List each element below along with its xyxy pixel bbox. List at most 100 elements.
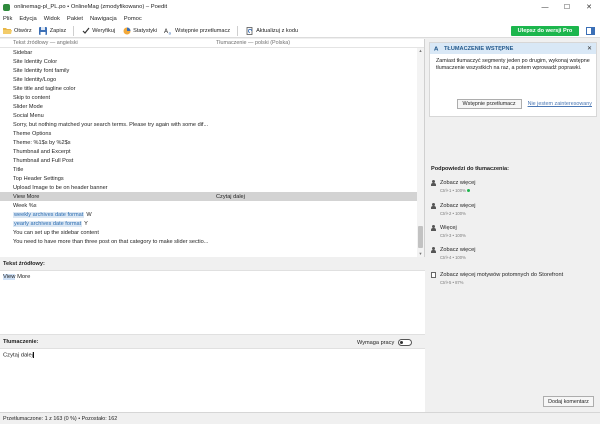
row-source: You can set up the sidebar content (13, 229, 99, 236)
table-row[interactable]: yearly archives date format Y (0, 219, 424, 228)
match-dot-icon (466, 189, 470, 193)
suggestion-shortcut: Ctrl+4 • 100% (440, 255, 466, 260)
message-list[interactable]: Tekst źródłowy — angielski Tłumaczenie —… (0, 39, 425, 257)
svg-text:A: A (434, 47, 439, 53)
table-row[interactable]: You need to have more than three post on… (0, 237, 424, 246)
column-translation[interactable]: Tłumaczenie — polski (Polska) (216, 40, 290, 46)
row-source: Sorry, but nothing matched your search t… (13, 121, 209, 128)
table-row[interactable]: Upload Image to be on header banner (0, 183, 424, 192)
open-button[interactable]: Otwórz (3, 25, 32, 37)
row-source: Title (13, 166, 24, 173)
minimize-button[interactable]: — (534, 0, 556, 14)
suggestion-line: Zobacz więcej (431, 247, 596, 253)
table-row[interactable]: Thumbnail and Excerpt (0, 147, 424, 156)
row-source: Sidebar (13, 49, 33, 56)
validate-button[interactable]: Weryfikuj (81, 25, 115, 37)
row-source: Skip to content (13, 94, 51, 101)
add-comment-button[interactable]: Dodaj komentarz (543, 396, 594, 407)
menu-edit[interactable]: Edycja (19, 16, 36, 22)
sidebar-toggle-icon[interactable] (585, 26, 595, 36)
toolbar: Otwórz Zapisz Weryfikuj Statystyki Aa Ws… (0, 24, 600, 38)
close-icon[interactable]: ✕ (587, 45, 592, 52)
row-source: Upload Image to be on header banner (13, 184, 108, 191)
table-row[interactable]: Week %s (0, 201, 424, 210)
table-row[interactable]: Site Identity/Logo (0, 75, 424, 84)
card-title: TŁUMACZENIE WSTĘPNE (444, 45, 514, 52)
scroll-up-icon[interactable]: ▲ (417, 48, 424, 54)
table-row[interactable]: Theme Options (0, 129, 424, 138)
menu-navigation[interactable]: Nawigacja (90, 16, 117, 22)
card-body: Zamiast tłumaczyć segmenty jeden po drug… (436, 58, 590, 71)
table-row[interactable]: Skip to content (0, 93, 424, 102)
not-interested-link[interactable]: Nie jestem zainteresowany (528, 99, 592, 109)
status-text: Przetłumaczone: 1 z 163 (0 %) • Pozostał… (3, 415, 118, 422)
maximize-button[interactable]: ☐ (556, 0, 578, 14)
scroll-down-icon[interactable]: ▼ (417, 251, 424, 257)
suggestion-meta: Ctrl+5 • 87% (440, 280, 596, 285)
person-icon (431, 203, 436, 209)
toggle-switch[interactable] (398, 339, 413, 346)
table-row[interactable]: Sidebar (0, 48, 424, 57)
suggestion-text: Zobacz więcej motywów potomnych do Store… (440, 272, 564, 278)
card-actions: Wstępnie przetłumacz Nie jestem zaintere… (430, 99, 598, 109)
row-source: Social Menu (13, 112, 44, 119)
table-row[interactable]: Top Header Settings (0, 174, 424, 183)
statistics-button[interactable]: Statystyki (122, 25, 157, 37)
row-source: yearly archives date format Y (0, 220, 216, 227)
translation-input[interactable]: Czytaj dalej (0, 348, 425, 412)
suggestion-meta: Ctrl+4 • 100% (440, 255, 596, 260)
source-highlight: View (3, 274, 16, 280)
pretranslate-card-button[interactable]: Wstępnie przetłumacz (456, 99, 522, 109)
list-rows: Sidebar Site Identity Color Site Identity … (0, 48, 424, 246)
menu-view[interactable]: Widok (44, 16, 60, 22)
suggestion-item[interactable]: Zobacz więcej Ctrl+4 • 100% (431, 247, 596, 260)
table-row[interactable]: Site Identity font family (0, 66, 424, 75)
menu-catalog[interactable]: Pakiet (67, 16, 83, 22)
source-label: Tekst źródłowy: (3, 261, 45, 267)
toggle-knob (400, 341, 404, 344)
close-button[interactable]: ✕ (578, 0, 600, 14)
table-row[interactable]: Site Identity Color (0, 57, 424, 66)
table-row[interactable]: Title (0, 165, 424, 174)
source-text-box: View More (0, 270, 425, 335)
table-row[interactable]: weekly archives date format W (0, 210, 424, 219)
source-rest: More (15, 274, 31, 280)
list-scrollbar[interactable]: ▲ ▼ (417, 48, 424, 257)
table-row[interactable]: You can set up the sidebar content (0, 228, 424, 237)
upgrade-pro-button[interactable]: Ulepsz do wersji Pro (511, 26, 579, 36)
table-row[interactable]: Social Menu (0, 111, 424, 120)
suggestion-item[interactable]: Zobacz więcej motywów potomnych do Store… (431, 272, 596, 285)
menu-file[interactable]: Plik (3, 16, 12, 22)
row-source: Slider Mode (13, 103, 43, 110)
update-from-code-button[interactable]: Aktualizuj z kodu (245, 25, 298, 37)
suggestion-meta: Ctrl+3 • 100% (440, 233, 596, 238)
table-row[interactable]: Sorry, but nothing matched your search t… (0, 120, 424, 129)
scroll-thumb[interactable] (418, 226, 423, 248)
suggestion-text: Zobacz więcej (440, 203, 476, 209)
table-row[interactable]: Theme: %1$s by %2$s (0, 138, 424, 147)
suggestion-item[interactable]: Zobacz więcej Ctrl+2 • 100% (431, 203, 596, 216)
pretranslate-button[interactable]: Aa Wstępnie przetłumacz (164, 25, 230, 37)
row-source: Site Identity font family (13, 67, 70, 74)
pretranslate-card: A TŁUMACZENIE WSTĘPNE ✕ Zamiast tłumaczy… (429, 42, 597, 117)
save-icon (39, 26, 48, 35)
list-header: Tekst źródłowy — angielski Tłumaczenie —… (0, 39, 424, 48)
menu-help[interactable]: Pomoc (124, 16, 142, 22)
text-caret (32, 352, 34, 358)
table-row[interactable]: Thumbnail and Full Post (0, 156, 424, 165)
suggestion-item[interactable]: Zobacz więcej Ctrl+1 • 100% (431, 180, 596, 193)
window-title: onlinemag-pl_PL.po • OnlineMag (zmodyfik… (14, 4, 168, 10)
suggestion-shortcut: Ctrl+5 • 87% (440, 280, 464, 285)
suggestion-shortcut: Ctrl+2 • 100% (440, 211, 466, 216)
suggestion-shortcut: Ctrl+3 • 100% (440, 233, 466, 238)
person-icon (431, 225, 436, 231)
needs-work-toggle[interactable]: Wymaga pracy (357, 339, 413, 346)
table-row[interactable]: Slider Mode (0, 102, 424, 111)
row-source: Theme: %1$s by %2$s (13, 139, 71, 146)
table-row[interactable]: View More Czytaj dalej (0, 192, 424, 201)
suggestion-item[interactable]: Więcej Ctrl+3 • 100% (431, 225, 596, 238)
column-source[interactable]: Tekst źródłowy — angielski (0, 40, 216, 46)
suggestion-text: Zobacz więcej (440, 247, 476, 253)
table-row[interactable]: Site title and tagline color (0, 84, 424, 93)
save-button[interactable]: Zapisz (39, 25, 66, 37)
